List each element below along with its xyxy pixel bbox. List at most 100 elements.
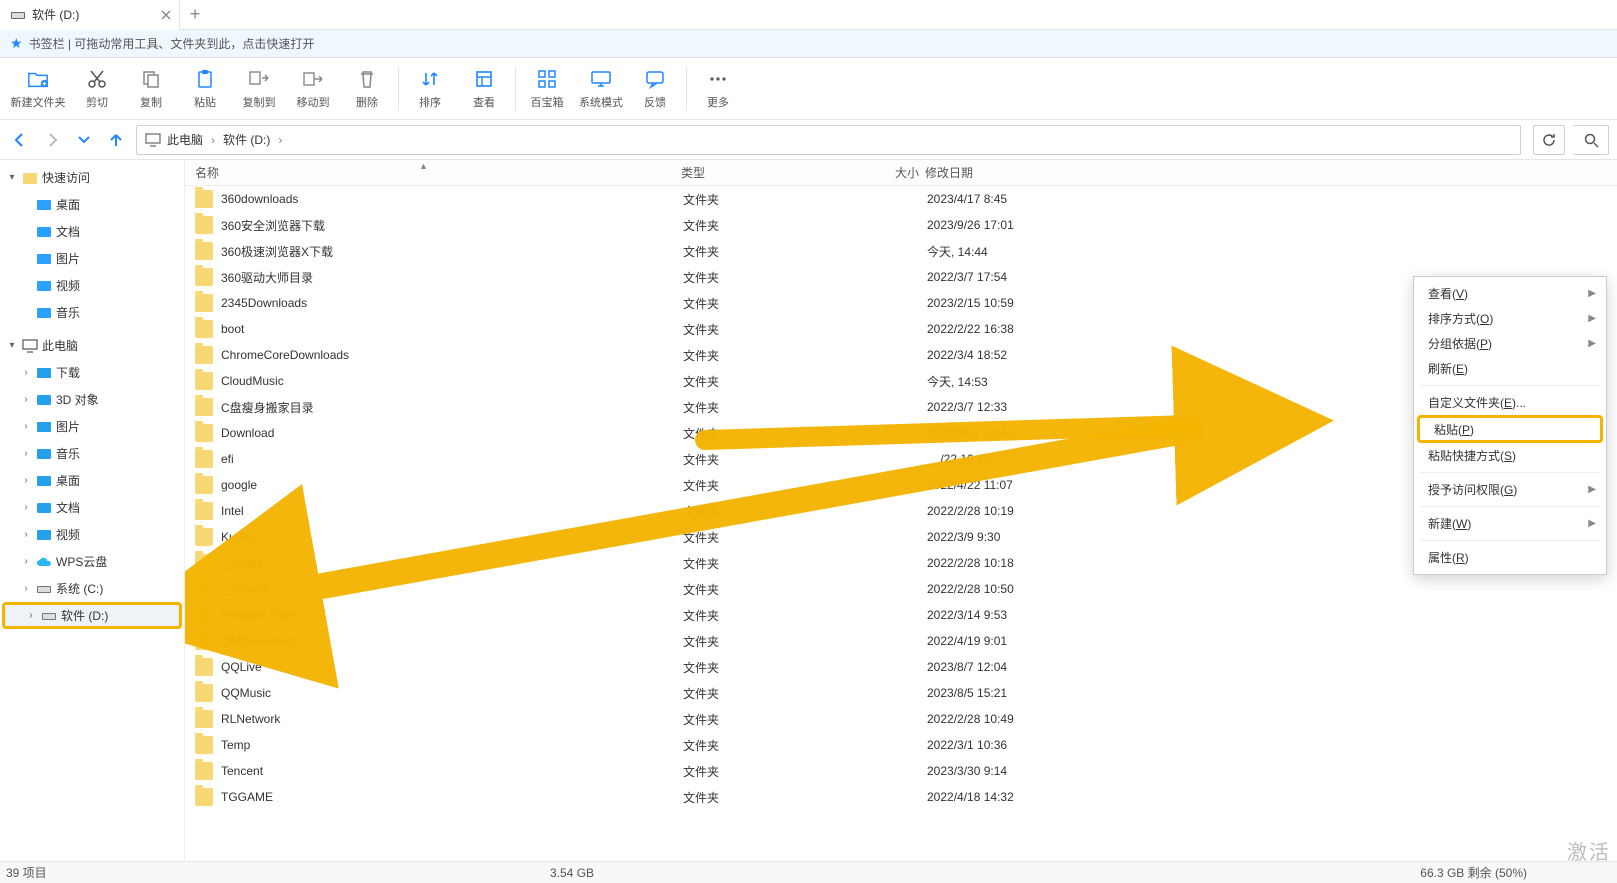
tab-active[interactable]: 软件 (D:) — [0, 0, 180, 30]
chevron-right-icon[interactable]: › — [20, 502, 32, 513]
file-row[interactable]: 360安全浏览器下载文件夹2023/9/26 17:01 — [185, 212, 1617, 238]
feedback-button[interactable]: 反馈 — [628, 61, 682, 117]
tree-item-wps[interactable]: ›WPS云盘 — [0, 548, 184, 575]
col-date[interactable]: 修改日期 — [925, 164, 1075, 181]
chevron-right-icon[interactable]: › — [20, 475, 32, 486]
file-row[interactable]: QMDownload文件夹2022/4/19 9:01 — [185, 628, 1617, 654]
chevron-right-icon[interactable]: › — [20, 394, 32, 405]
tab-add-button[interactable]: + — [180, 0, 210, 30]
nav-back-button[interactable] — [8, 128, 32, 152]
col-size[interactable]: 大小 — [855, 164, 925, 181]
tree-item-pictures2[interactable]: ›图片 — [0, 413, 184, 440]
ctx-P[interactable]: 粘贴(P) — [1417, 415, 1603, 443]
new-folder-button[interactable]: 新建文件夹 — [6, 61, 70, 117]
tab-close-icon[interactable] — [159, 8, 173, 22]
tree-item-documents2[interactable]: ›文档 — [0, 494, 184, 521]
file-row[interactable]: ChromeCoreDownloads文件夹2022/3/4 18:52 — [185, 342, 1617, 368]
chevron-right-icon[interactable]: › — [25, 610, 37, 621]
tree-item-music2[interactable]: ›音乐 — [0, 440, 184, 467]
more-button[interactable]: 更多 — [691, 61, 745, 117]
file-row[interactable]: 360极速浏览器X下载文件夹今天, 14:44 — [185, 238, 1617, 264]
delete-button[interactable]: 删除 — [340, 61, 394, 117]
list-header[interactable]: 名称▲ 类型 大小 修改日期 — [185, 160, 1617, 186]
file-row[interactable]: google文件夹2022/4/22 11:07 — [185, 472, 1617, 498]
file-row[interactable]: __etwork文件夹2022/2/28 10:50 — [185, 576, 1617, 602]
tree-item-d[interactable]: ›软件 (D:) — [2, 602, 182, 629]
tree-item-videos[interactable]: 视频 — [0, 272, 184, 299]
col-name[interactable]: 名称▲ — [191, 164, 681, 181]
view-button[interactable]: 查看 — [457, 61, 511, 117]
ctx-E[interactable]: 自定义文件夹(E)... — [1414, 390, 1606, 415]
tree-item-music[interactable]: 音乐 — [0, 299, 184, 326]
ctx-S[interactable]: 粘贴快捷方式(S) — [1414, 443, 1606, 468]
chevron-right-icon[interactable]: › — [20, 556, 32, 567]
ctx-V[interactable]: 查看(V)▶ — [1414, 281, 1606, 306]
nav-history-button[interactable] — [72, 128, 96, 152]
chevron-right-icon[interactable]: › — [20, 529, 32, 540]
tree-item-c[interactable]: ›系统 (C:) — [0, 575, 184, 602]
drive-icon — [10, 7, 26, 23]
ctx-E[interactable]: 刷新(E) — [1414, 356, 1606, 381]
tree-item-videos2[interactable]: ›视频 — [0, 521, 184, 548]
breadcrumb-root[interactable]: 此电脑 — [145, 131, 203, 148]
file-row[interactable]: __rivers文件夹2022/2/28 10:18 — [185, 550, 1617, 576]
ctx-G[interactable]: 授予访问权限(G)▶ — [1414, 477, 1606, 502]
paste-button[interactable]: 粘贴 — [178, 61, 232, 117]
tree-this-pc[interactable]: ▾ 此电脑 — [0, 332, 184, 359]
file-row[interactable]: CloudMusic文件夹今天, 14:53 — [185, 368, 1617, 394]
file-row[interactable]: Intel文件夹2022/2/28 10:19 — [185, 498, 1617, 524]
move-to-button[interactable]: 移动到 — [286, 61, 340, 117]
tree-quick-access[interactable]: ▾ 快速访问 — [0, 164, 184, 191]
tree-item-desktop2[interactable]: ›桌面 — [0, 467, 184, 494]
file-row[interactable]: 360downloads文件夹2023/4/17 8:45 — [185, 186, 1617, 212]
chevron-right-icon[interactable]: › — [20, 448, 32, 459]
file-row[interactable]: Tencent文件夹2023/3/30 9:14 — [185, 758, 1617, 784]
tree-item-documents[interactable]: 文档 — [0, 218, 184, 245]
refresh-button[interactable] — [1533, 125, 1565, 155]
ctx-P[interactable]: 分组依据(P)▶ — [1414, 331, 1606, 356]
tree-item-downloads[interactable]: ›下载 — [0, 359, 184, 386]
sidebar[interactable]: ▾ 快速访问 桌面文档图片视频音乐 ▾ 此电脑 ›下载›3D 对象›图片›音乐›… — [0, 160, 185, 861]
copy-to-button[interactable]: 复制到 — [232, 61, 286, 117]
file-list[interactable]: 名称▲ 类型 大小 修改日期 360downloads文件夹2023/4/17 … — [185, 160, 1617, 861]
file-row[interactable]: boot文件夹2022/2/22 16:38 — [185, 316, 1617, 342]
col-type[interactable]: 类型 — [681, 164, 855, 181]
context-menu[interactable]: 查看(V)▶排序方式(O)▶分组依据(P)▶刷新(E)自定义文件夹(E)...粘… — [1413, 276, 1607, 575]
chevron-right-icon[interactable]: › — [20, 367, 32, 378]
copy-button[interactable]: 复制 — [124, 61, 178, 117]
ctx-O[interactable]: 排序方式(O)▶ — [1414, 306, 1606, 331]
search-button[interactable] — [1573, 125, 1609, 155]
sort-button[interactable]: 排序 — [403, 61, 457, 117]
file-row[interactable]: Program Files文件夹2022/3/14 9:53 — [185, 602, 1617, 628]
file-row[interactable]: KuGou文件夹2022/3/9 9:30 — [185, 524, 1617, 550]
nav-forward-button[interactable] — [40, 128, 64, 152]
file-row[interactable]: Temp文件夹2022/3/1 10:36 — [185, 732, 1617, 758]
treasure-button[interactable]: 百宝箱 — [520, 61, 574, 117]
chevron-down-icon[interactable]: ▾ — [6, 172, 18, 183]
file-row[interactable]: efi文件夹__/22 10:40 — [185, 446, 1617, 472]
file-row[interactable]: TGGAME文件夹2022/4/18 14:32 — [185, 784, 1617, 810]
tree-item-desktop[interactable]: 桌面 — [0, 191, 184, 218]
chevron-down-icon[interactable]: ▾ — [6, 340, 18, 351]
tree-item-pictures[interactable]: 图片 — [0, 245, 184, 272]
breadcrumb-current[interactable]: 软件 (D:) — [223, 131, 270, 148]
ctx-W[interactable]: 新建(W)▶ — [1414, 511, 1606, 536]
more-icon — [707, 68, 729, 90]
cut-button[interactable]: 剪切 — [70, 61, 124, 117]
file-row[interactable]: RLNetwork文件夹2022/2/28 10:49 — [185, 706, 1617, 732]
folder-icon — [36, 305, 52, 321]
tree-item-3dobjects[interactable]: ›3D 对象 — [0, 386, 184, 413]
file-row[interactable]: 2345Downloads文件夹2023/2/15 10:59 — [185, 290, 1617, 316]
chevron-right-icon[interactable]: › — [20, 583, 32, 594]
system-mode-button[interactable]: 系统模式 — [574, 61, 628, 117]
ctx-R[interactable]: 属性(R) — [1414, 545, 1606, 570]
file-row[interactable]: QQMusic文件夹2023/8/5 15:21 — [185, 680, 1617, 706]
file-row[interactable]: C盘瘦身搬家目录文件夹2022/3/7 12:33 — [185, 394, 1617, 420]
chevron-right-icon[interactable]: › — [20, 421, 32, 432]
file-row[interactable]: QQLive文件夹2023/8/7 12:04 — [185, 654, 1617, 680]
file-row[interactable]: 360驱动大师目录文件夹2022/3/7 17:54 — [185, 264, 1617, 290]
file-row[interactable]: Download文件夹2022/3/11 14:44 — [185, 420, 1617, 446]
address-bar[interactable]: 此电脑 › 软件 (D:) › — [136, 125, 1521, 155]
copy-to-icon — [248, 68, 270, 90]
nav-up-button[interactable] — [104, 128, 128, 152]
